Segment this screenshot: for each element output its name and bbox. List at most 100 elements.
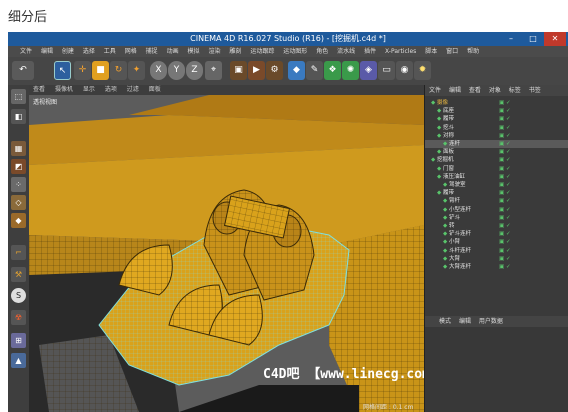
object-row[interactable]: ◆ 摄像 ▣ ✓ [425,99,568,107]
object-row[interactable]: ◆ 履带 ▣ ✓ [425,189,568,197]
menu-file[interactable]: 文件 [20,48,32,55]
recent-tool-icon[interactable]: ✦ [128,61,145,80]
scale-icon[interactable]: ■ [92,61,109,80]
visibility-check-icon[interactable]: ▣ ✓ [499,124,511,132]
menu-window[interactable]: 窗口 [446,48,458,55]
visibility-check-icon[interactable]: ▣ ✓ [499,181,511,189]
object-row[interactable]: ◆ 底座 ▣ ✓ [425,107,568,115]
light-icon[interactable]: ✹ [414,61,431,80]
array-icon[interactable]: ✺ [342,61,359,80]
attr-menu-user-data[interactable]: 用户数据 [479,318,503,325]
visibility-check-icon[interactable]: ▣ ✓ [499,255,511,263]
object-row[interactable]: ◆ 大臂连杆 ▣ ✓ [425,263,568,271]
object-row[interactable]: ◆ 门窗 ▣ ✓ [425,165,568,173]
object-row[interactable]: ◆ 铲斗 ▣ ✓ [425,214,568,222]
menu-snap[interactable]: 捕捉 [146,48,158,55]
move-icon[interactable]: ✛ [74,61,91,80]
visibility-check-icon[interactable]: ▣ ✓ [499,230,511,238]
visibility-check-icon[interactable]: ▣ ✓ [499,107,511,115]
om-menu-edit[interactable]: 编辑 [449,87,461,94]
attr-menu-edit[interactable]: 编辑 [459,318,471,325]
viewport-menu-camera[interactable]: 摄像机 [55,86,73,93]
points-mode-icon[interactable]: ⁘ [11,177,26,192]
menu-character[interactable]: 角色 [316,48,328,55]
om-menu-file[interactable]: 文件 [429,87,441,94]
menu-motion-tracking[interactable]: 运动跟踪 [250,48,274,55]
workplane-icon[interactable]: ◩ [11,159,26,174]
visibility-check-icon[interactable]: ▣ ✓ [499,238,511,246]
visibility-check-icon[interactable]: ▣ ✓ [499,247,511,255]
subdivision-surface-icon[interactable]: ❖ [324,61,341,80]
camera-icon[interactable]: ◉ [396,61,413,80]
visibility-check-icon[interactable]: ▣ ✓ [499,189,511,197]
undo-icon[interactable]: ↶ [12,61,34,80]
sculpt-icon[interactable]: ▲ [11,353,26,368]
menu-animate[interactable]: 动画 [167,48,179,55]
visibility-check-icon[interactable]: ▣ ✓ [499,222,511,230]
texture-mode-icon[interactable]: ▦ [11,141,26,156]
visibility-check-icon[interactable]: ▣ ✓ [499,263,511,271]
menu-plugins[interactable]: 插件 [364,48,376,55]
soft-selection-icon[interactable]: ☢ [11,310,26,325]
visibility-check-icon[interactable]: ▣ ✓ [499,99,511,107]
visibility-check-icon[interactable]: ▣ ✓ [499,214,511,222]
object-row[interactable]: ◆ 面板 ▣ ✓ [425,148,568,156]
object-row[interactable]: ◆ 驾驶室 ▣ ✓ [425,181,568,189]
object-row[interactable]: ◆ 对称 ▣ ✓ [425,132,568,140]
object-row[interactable]: ◆ 连杆 ▣ ✓ [425,140,568,148]
render-view-icon[interactable]: ▶ [248,61,265,80]
edges-mode-icon[interactable]: ◇ [11,195,26,210]
om-menu-tags[interactable]: 标签 [509,87,521,94]
polygons-mode-icon[interactable]: ◆ [11,213,26,228]
object-row[interactable]: ◆ 液压油缸 ▣ ✓ [425,173,568,181]
visibility-check-icon[interactable]: ▣ ✓ [499,165,511,173]
axis-mode-icon[interactable]: ⌐ [11,245,26,260]
menu-edit[interactable]: 编辑 [41,48,53,55]
om-menu-view[interactable]: 查看 [469,87,481,94]
object-row[interactable]: ◆ 挖掘机 ▣ ✓ [425,156,568,164]
object-row[interactable]: ◆ 小型连杆 ▣ ✓ [425,206,568,214]
object-row[interactable]: ◆ 转 ▣ ✓ [425,222,568,230]
visibility-check-icon[interactable]: ▣ ✓ [499,197,511,205]
rotate-icon[interactable]: ↻ [110,61,127,80]
model-mode-icon[interactable]: ◧ [11,109,26,124]
visibility-check-icon[interactable]: ▣ ✓ [499,206,511,214]
object-row[interactable]: ◆ 大臂 ▣ ✓ [425,255,568,263]
attr-menu-mode[interactable]: 模式 [439,318,451,325]
y-axis-icon[interactable]: Y [168,61,185,80]
visibility-check-icon[interactable]: ▣ ✓ [499,115,511,123]
menu-render[interactable]: 渲染 [208,48,220,55]
visibility-check-icon[interactable]: ▣ ✓ [499,173,511,181]
object-row[interactable]: ◆ 斗杆连杆 ▣ ✓ [425,247,568,255]
visibility-check-icon[interactable]: ▣ ✓ [499,156,511,164]
floor-icon[interactable]: ▭ [378,61,395,80]
menu-mograph[interactable]: 运动图形 [283,48,307,55]
visibility-check-icon[interactable]: ▣ ✓ [499,132,511,140]
snap-icon[interactable]: S [11,288,26,303]
visibility-check-icon[interactable]: ▣ ✓ [499,140,511,148]
z-axis-icon[interactable]: Z [186,61,203,80]
object-row[interactable]: ◆ 臂杆 ▣ ✓ [425,197,568,205]
lock-workplane-icon[interactable]: ⊞ [11,333,26,348]
cube-icon[interactable]: ◆ [288,61,305,80]
tweak-mode-icon[interactable]: ⚒ [11,267,26,282]
menu-create[interactable]: 创建 [62,48,74,55]
coordinate-system-icon[interactable]: ⌖ [205,61,222,80]
viewport-menu-view[interactable]: 查看 [33,86,45,93]
minimize-button[interactable]: – [500,32,522,46]
menu-x-particles[interactable]: X-Particles [385,48,416,55]
viewport-menu-display[interactable]: 显示 [83,86,95,93]
viewport-menu-filter[interactable]: 过滤 [127,86,139,93]
object-row[interactable]: ◆ 履带 ▣ ✓ [425,115,568,123]
select-arrow-icon[interactable]: ↖ [54,61,71,80]
om-menu-objects[interactable]: 对象 [489,87,501,94]
object-row[interactable]: ◆ 铲斗连杆 ▣ ✓ [425,230,568,238]
om-menu-bookmarks[interactable]: 书签 [529,87,541,94]
menu-help[interactable]: 帮助 [467,48,479,55]
menu-simulate[interactable]: 模拟 [188,48,200,55]
deformer-icon[interactable]: ◈ [360,61,377,80]
menu-mesh[interactable]: 网格 [125,48,137,55]
visibility-check-icon[interactable]: ▣ ✓ [499,148,511,156]
object-row[interactable]: ◆ 小臂 ▣ ✓ [425,238,568,246]
menu-script[interactable]: 脚本 [425,48,437,55]
